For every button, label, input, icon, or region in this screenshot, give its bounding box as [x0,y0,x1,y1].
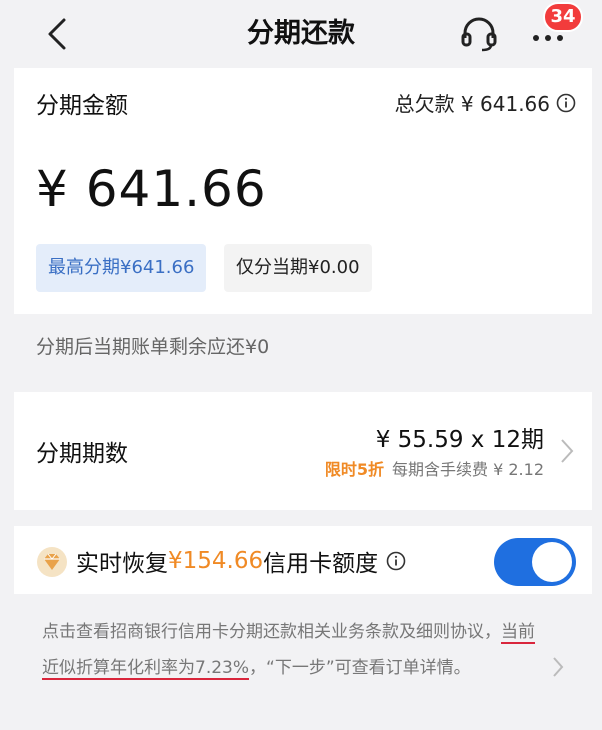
recover-suffix: 信用卡额度 [263,551,379,577]
terms-part-2: ，“下一步”可查看订单详情。 [249,658,471,678]
installment-amount-value: ¥ 641.66 [36,160,267,218]
recover-amount: ¥154.66 [168,548,264,574]
terms-part-1: 点击查看招商银行信用卡分期还款相关业务条款及细则协议， [42,622,501,642]
chevron-right-icon[interactable] [552,656,564,678]
installment-amount-label: 分期金额 [36,93,128,119]
info-icon[interactable] [386,551,406,571]
message-count-badge: 34 [543,2,583,32]
terms-text[interactable]: 点击查看招商银行信用卡分期还款相关业务条款及细则协议，当前近似折算年化利率为7.… [42,614,542,686]
credit-recovery-text: 实时恢复 ¥154.66 信用卡额度 [76,544,406,578]
credit-recovery-card: 实时恢复 ¥154.66 信用卡额度 [14,526,592,594]
discount-tag: 限时5折 [324,460,385,479]
period-fee-info: 限时5折 每期含手续费 ¥ 2.12 [325,456,544,480]
recover-prefix: 实时恢复 [76,551,168,577]
installment-period-label: 分期期数 [36,441,128,467]
remaining-bill-note: 分期后当期账单剩余应还¥0 [36,336,270,358]
top-bar: 分期还款 34 [0,0,602,68]
period-payment-value: ¥ 55.59 x 12期 [375,427,544,453]
page-title: 分期还款 [247,18,355,49]
current-period-only-chip[interactable]: 仅分当期¥0.00 [224,244,372,292]
credit-recovery-toggle[interactable] [494,538,576,586]
total-debt-text: 总欠款 ¥ 641.66 [394,92,550,116]
total-debt[interactable]: 总欠款 ¥ 641.66 [395,88,576,117]
toggle-knob [532,542,572,582]
info-icon[interactable] [556,93,576,113]
diamond-badge-icon [37,547,67,577]
installment-period-row[interactable]: 分期期数 ¥ 55.59 x 12期 限时5折 每期含手续费 ¥ 2.12 [14,392,592,510]
chevron-right-icon [561,439,574,463]
period-fee-text: 每期含手续费 ¥ 2.12 [392,460,544,479]
max-installment-chip[interactable]: 最高分期¥641.66 [36,244,207,292]
customer-service-headset-icon[interactable] [460,16,498,52]
installment-amount-card: 分期金额 总欠款 ¥ 641.66 ¥ 641.66 最高分期¥641.66 仅… [14,68,592,314]
